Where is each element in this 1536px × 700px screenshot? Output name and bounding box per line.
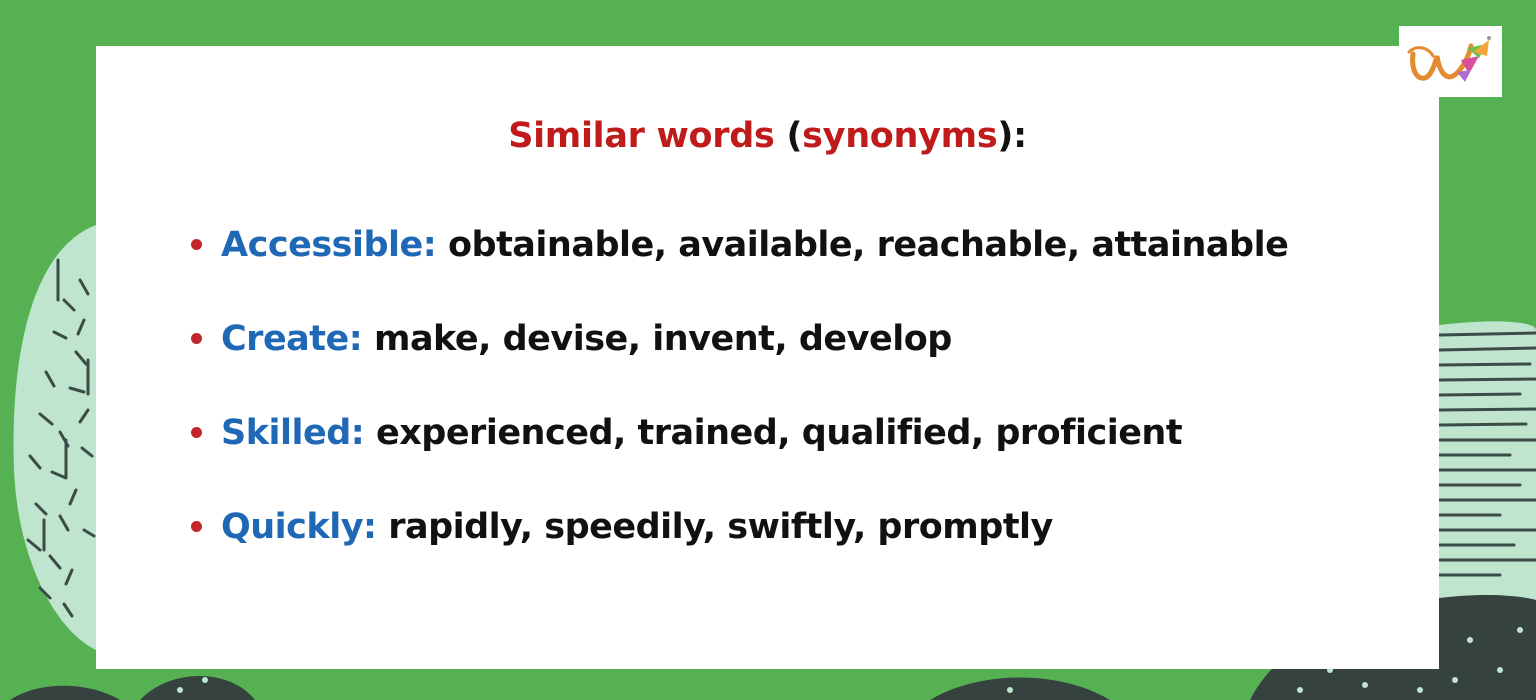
bullet-icon — [191, 239, 202, 250]
synonyms-text: obtainable, available, reachable, attain… — [447, 225, 1289, 265]
title-open-paren: ( — [786, 116, 803, 156]
logo — [1399, 26, 1502, 97]
w-logo-icon — [1407, 36, 1491, 82]
synonyms-text: rapidly, speedily, swiftly, promptly — [388, 507, 1053, 547]
term-label: Skilled: — [221, 413, 365, 453]
title-synonyms: synonyms — [802, 116, 998, 156]
content-card: Similar words (synonyms): Accessible: ob… — [96, 46, 1439, 669]
term-label: Accessible: — [221, 225, 437, 265]
bottom-left-blob — [10, 685, 120, 700]
list-item: Accessible: obtainable, available, reach… — [186, 218, 1289, 312]
list-item: Skilled: experienced, trained, qualified… — [186, 406, 1288, 500]
right-leaf-shape — [1439, 321, 1536, 625]
term-label: Create: — [221, 319, 363, 359]
page-title: Similar words (synonyms): — [96, 116, 1439, 156]
synonyms-text: make, devise, invent, develop — [373, 319, 952, 359]
title-close: ): — [997, 116, 1027, 156]
bottom-mid-blob — [140, 676, 255, 700]
bullet-icon — [191, 333, 202, 344]
bullet-icon — [191, 521, 202, 532]
title-main: Similar words — [508, 116, 775, 156]
list-item: Create: make, devise, invent, develop — [186, 312, 1288, 406]
synonyms-text: experienced, trained, qualified, profici… — [375, 413, 1183, 453]
list-item: Quickly: rapidly, speedily, swiftly, pro… — [186, 500, 1288, 594]
term-label: Quickly: — [221, 507, 377, 547]
synonym-list: Accessible: obtainable, available, reach… — [186, 218, 1289, 594]
bullet-icon — [191, 427, 202, 438]
bottom-center-blob — [930, 677, 1110, 700]
